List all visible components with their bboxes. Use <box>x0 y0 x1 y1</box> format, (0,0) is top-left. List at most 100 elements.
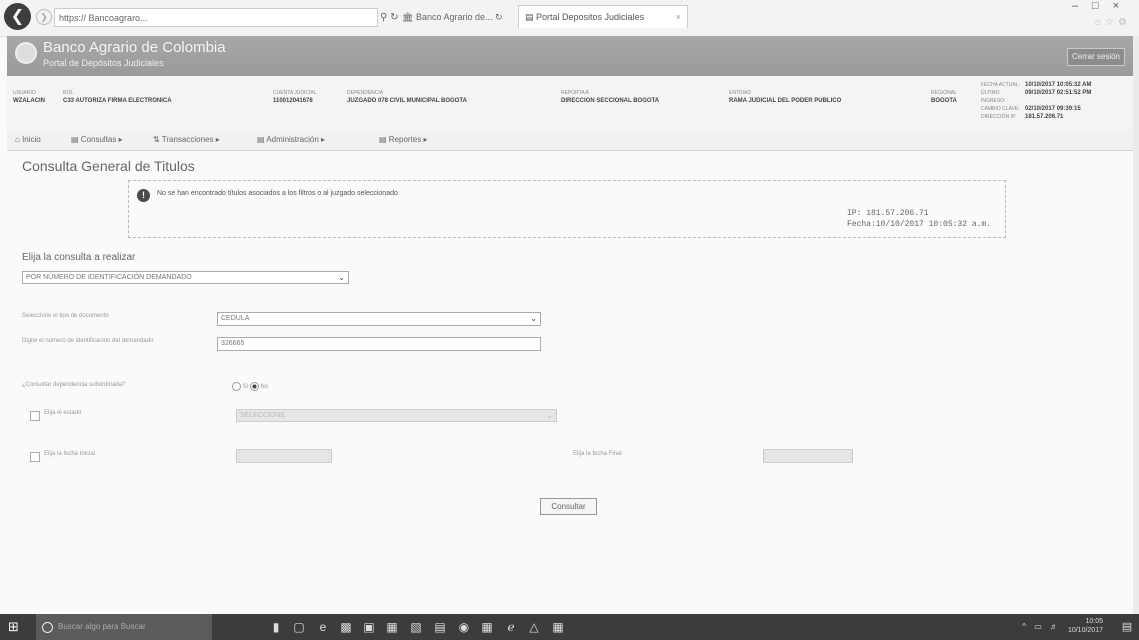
menu-transacciones-label: Transacciones <box>161 135 214 144</box>
close-tab-icon[interactable]: × <box>676 6 681 29</box>
regional-value: BOGOTA <box>931 98 957 104</box>
menu-inicio[interactable]: ⌂ Inicio <box>15 130 41 150</box>
dependencia-subordinada-label: ¿Consultar dependencia subordinada? <box>22 382 126 388</box>
clock-date: 10/10/2017 <box>1067 627 1103 634</box>
address-extra: Bancoagraro... <box>88 13 148 23</box>
system-clock[interactable]: 10:05 10/10/2017 <box>1068 617 1103 635</box>
system-tray-icons[interactable]: ^ ▭ ♬ <box>1022 622 1061 631</box>
estado-value: SELECCIONE <box>240 412 286 419</box>
consulta-type-select[interactable]: POR NÚMERO DE IDENTIFICACIÓN DEMANDADO ⌄ <box>22 271 349 284</box>
fecha-final-input[interactable] <box>763 449 853 463</box>
radio-si[interactable] <box>232 382 241 391</box>
menu-transacciones[interactable]: ⇅ Transacciones ▸ <box>153 130 220 150</box>
consulta-type-label: Elija la consulta a realizar <box>22 252 136 263</box>
numero-id-input[interactable]: 326665 <box>217 337 541 351</box>
cortana-circle-icon <box>42 622 53 633</box>
windows-taskbar: ⊞ Buscar algo para Buscar ▮ ▢ e ▩ ▣ ▦ ▧ … <box>0 614 1139 640</box>
forward-arrow-icon[interactable]: ❯ <box>36 9 52 25</box>
menu-reportes[interactable]: ▤ Reportes ▸ <box>379 130 428 150</box>
folder-icon[interactable]: ▩ <box>338 619 354 635</box>
dependencia-value: JUZGADO 078 CIVIL MUNICIPAL BOGOTA <box>347 98 467 104</box>
app-icon[interactable]: ▤ <box>432 619 448 635</box>
main-menu: ⌂ Inicio ▤ Consultas ▸ ⇅ Transacciones ▸… <box>7 130 1133 151</box>
cambio-clave-value: 02/10/2017 09:39:15 <box>1025 106 1081 112</box>
fecha-actual-value: 10/10/2017 10:05:32 AM <box>1025 82 1092 88</box>
fecha-inicial-input[interactable] <box>236 449 332 463</box>
chevron-down-icon: ⌄ <box>546 411 553 420</box>
numero-id-label: Digite el número de identificación del d… <box>22 338 154 344</box>
chevron-right-icon: ▸ <box>321 135 326 144</box>
excel-icon[interactable]: ▦ <box>479 619 495 635</box>
chrome-icon[interactable]: ◉ <box>456 619 472 635</box>
window-controls[interactable]: –□× <box>1043 0 1133 14</box>
fecha-inicial-label: Elija la fecha Inicial <box>44 451 96 457</box>
menu-inicio-label: Inicio <box>22 135 41 144</box>
windows-start-icon[interactable]: ⊞ <box>8 620 22 634</box>
task-view-icon[interactable]: ▮ <box>268 619 284 635</box>
menu-consultas-label: Consultas <box>80 135 117 144</box>
tipo-documento-label: Seleccione el tipo de documento <box>22 313 109 319</box>
transaction-icon: ⇅ <box>153 135 160 144</box>
fecha-inicial-checkbox[interactable] <box>30 452 40 462</box>
estado-checkbox[interactable] <box>30 411 40 421</box>
search-refresh-icon[interactable]: ⚲ ↻ <box>380 8 402 27</box>
rol-label: ROL <box>63 90 74 96</box>
tab2-title: Portal Depositos Judiciales <box>536 12 645 22</box>
app-header: Banco Agrario de Colombia Portal de Depó… <box>7 36 1133 76</box>
brand-name: Banco Agrario de Colombia <box>43 39 226 56</box>
favorites-settings-icons[interactable]: ⌂☆⚙ <box>1081 17 1131 28</box>
home-icon: ⌂ <box>15 135 20 144</box>
chevron-right-icon: ▸ <box>118 135 123 144</box>
chevron-right-icon: ▸ <box>423 135 428 144</box>
back-arrow-icon[interactable]: ❮ <box>4 3 31 30</box>
edge-icon[interactable]: e <box>315 619 331 635</box>
address-bar[interactable]: https:// Bancoagraro... <box>54 8 378 27</box>
logout-button[interactable]: Cerrar sesión <box>1067 48 1125 66</box>
tipo-documento-select[interactable]: CEDULA ⌄ <box>217 312 541 326</box>
user-info-band: USUARIO WZALACIN ROL C33 AUTORIZA FIRMA … <box>7 76 1133 131</box>
store-icon[interactable]: ▣ <box>361 619 377 635</box>
radio-no[interactable] <box>249 382 259 391</box>
fecha-line: Fecha:10/10/2017 10:05:32 a.m. <box>847 220 992 229</box>
chevron-right-icon: ▸ <box>215 135 220 144</box>
app-icon[interactable]: ▦ <box>550 619 566 635</box>
cuenta-value: 110012041678 <box>273 98 313 104</box>
estado-select[interactable]: SELECCIONE ⌄ <box>236 409 557 422</box>
usuario-value: WZALACIN <box>13 98 45 104</box>
app-icon[interactable]: ▦ <box>384 619 400 635</box>
admin-icon: ▤ <box>257 135 265 144</box>
dependencia-label: DEPENDENCIA <box>347 90 384 96</box>
consulta-type-value: POR NÚMERO DE IDENTIFICACIÓN DEMANDADO <box>26 274 192 281</box>
document-icon: ▤ <box>71 135 79 144</box>
tab1-title: Banco Agrario de... <box>415 12 493 22</box>
ip-line: IP: 181.57.206.71 <box>847 209 929 218</box>
notifications-icon[interactable]: ▤ <box>1119 619 1135 635</box>
pdf-icon[interactable]: △ <box>526 619 542 635</box>
clock-time: 10:05 <box>1085 618 1103 625</box>
browser-tab-inactive[interactable]: 🏛 Banco Agrario de... ↻ <box>402 8 514 27</box>
tipo-documento-value: CEDULA <box>221 315 250 322</box>
ultimo-ingreso-value: 09/10/2017 02:51:52 PM <box>1025 90 1092 96</box>
radio-si-label: Si <box>242 384 249 391</box>
menu-administracion[interactable]: ▤ Administración ▸ <box>257 130 325 150</box>
portal-subtitle: Portal de Depósitos Judiciales <box>43 58 164 68</box>
internet-explorer-icon[interactable]: ℯ <box>503 619 519 635</box>
reporta-label: REPORTA A <box>561 90 589 96</box>
menu-administracion-label: Administración <box>266 135 319 144</box>
browser-tab-active[interactable]: ▤ Portal Depositos Judiciales × <box>518 5 688 28</box>
reporta-value: DIRECCION SECCIONAL BOGOTA <box>561 98 660 104</box>
dependencia-radio-group: Si No <box>232 382 268 391</box>
consultar-button[interactable]: Consultar <box>540 498 597 515</box>
menu-reportes-label: Reportes <box>388 135 422 144</box>
explorer-icon[interactable]: ▢ <box>291 619 307 635</box>
cuenta-label: CUENTA JUDICIAL <box>273 90 317 96</box>
page-title: Consulta General de Titulos <box>22 158 195 174</box>
page-scrollbar[interactable] <box>1133 36 1139 614</box>
radio-no-label: No <box>260 384 269 391</box>
taskbar-search[interactable]: Buscar algo para Buscar <box>36 614 212 640</box>
cambio-clave-label: CAMBIO CLAVE: <box>981 106 1020 112</box>
rol-value: C33 AUTORIZA FIRMA ELECTRONICA <box>63 98 172 104</box>
info-message-box: ! No se han encontrado títulos asociados… <box>128 180 1006 238</box>
calculator-icon[interactable]: ▧ <box>408 619 424 635</box>
menu-consultas[interactable]: ▤ Consultas ▸ <box>71 130 123 150</box>
